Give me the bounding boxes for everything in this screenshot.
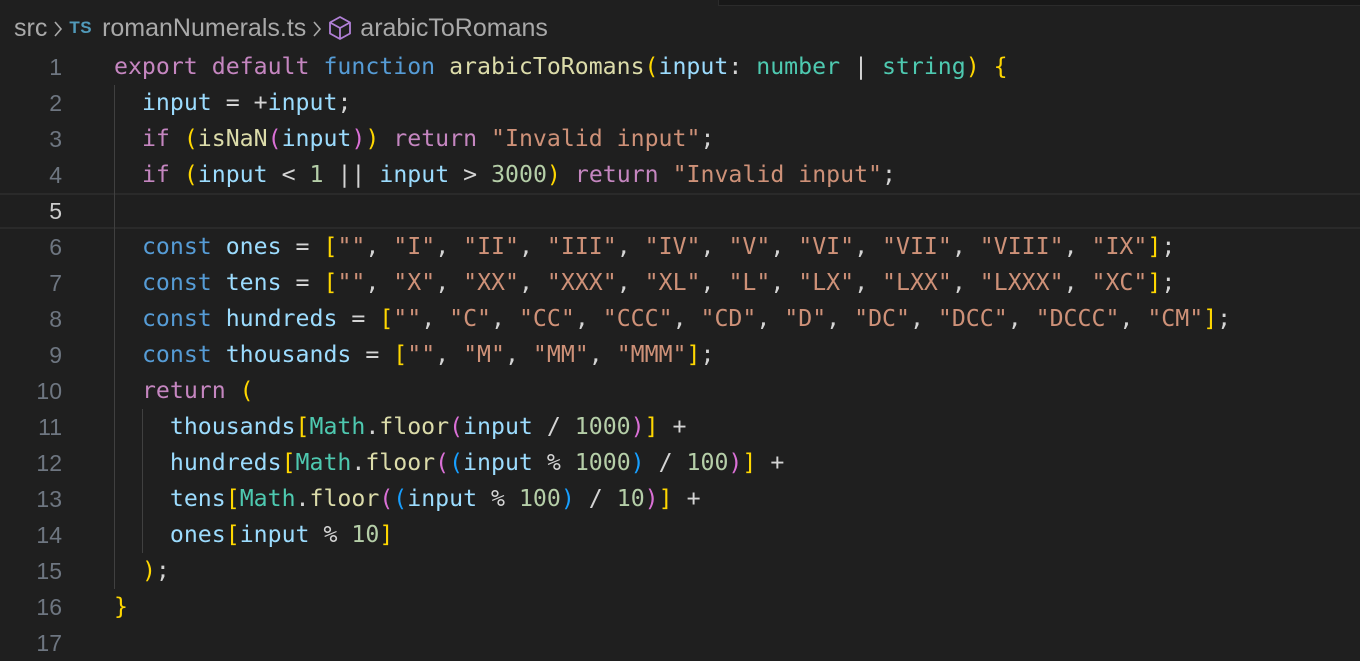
code-text[interactable]: return ( xyxy=(114,373,254,409)
code-editor[interactable]: 1 export default function arabicToRomans(… xyxy=(0,49,1360,658)
code-line[interactable]: 15 ); xyxy=(0,553,1360,589)
line-number: 16 xyxy=(36,594,62,620)
code-text[interactable]: ones[input % 10] xyxy=(114,517,393,553)
line-number: 12 xyxy=(36,450,62,476)
code-text[interactable]: tens[Math.floor((input % 100) / 10)] + xyxy=(114,481,701,517)
code-text[interactable]: if (isNaN(input)) return "Invalid input"… xyxy=(114,121,714,157)
line-number: 2 xyxy=(49,90,62,116)
line-number: 9 xyxy=(49,342,62,368)
indent-guide xyxy=(114,85,115,589)
line-number: 14 xyxy=(36,522,62,548)
code-text[interactable]: export default function arabicToRomans(i… xyxy=(114,49,1008,85)
code-line[interactable]: 1 export default function arabicToRomans(… xyxy=(0,49,1360,85)
code-text[interactable]: const hundreds = ["", "C", "CC", "CCC", … xyxy=(114,301,1231,337)
line-number: 4 xyxy=(49,162,62,188)
line-number: 7 xyxy=(49,270,62,296)
line-number: 17 xyxy=(36,630,62,656)
line-number: 5 xyxy=(49,198,62,224)
code-line[interactable]: 17 xyxy=(0,625,1360,661)
code-line[interactable]: 2 input = +input; xyxy=(0,85,1360,121)
code-text[interactable]: const thousands = ["", "M", "MM", "MMM"]… xyxy=(114,337,715,373)
line-number: 15 xyxy=(36,558,62,584)
code-line[interactable]: 11 thousands[Math.floor(input / 1000)] + xyxy=(0,409,1360,445)
line-number: 3 xyxy=(49,126,62,152)
indent-guide xyxy=(141,409,143,553)
chevron-right-icon xyxy=(47,14,69,43)
line-number: 11 xyxy=(38,414,62,440)
code-line[interactable]: 13 tens[Math.floor((input % 100) / 10)] … xyxy=(0,481,1360,517)
code-line[interactable]: 10 return ( xyxy=(0,373,1360,409)
line-number: 6 xyxy=(49,234,62,260)
code-text[interactable]: if (input < 1 || input > 3000) return "I… xyxy=(114,157,896,193)
breadcrumb-file[interactable]: romanNumerals.ts xyxy=(102,14,306,43)
line-number: 1 xyxy=(49,54,62,80)
code-line[interactable]: 5 xyxy=(0,193,1360,229)
code-text[interactable]: thousands[Math.floor(input / 1000)] + xyxy=(114,409,687,445)
tab-bar-remnant xyxy=(0,0,1360,6)
line-number: 8 xyxy=(49,306,62,332)
breadcrumb-symbol[interactable]: arabicToRomans xyxy=(360,14,548,43)
typescript-file-icon: TS xyxy=(69,18,93,37)
code-text[interactable]: hundreds[Math.floor((input % 1000) / 100… xyxy=(114,445,784,481)
inactive-tab-area xyxy=(718,0,1360,6)
code-line[interactable]: 16} xyxy=(0,589,1360,625)
code-line[interactable]: 3 if (isNaN(input)) return "Invalid inpu… xyxy=(0,121,1360,157)
code-text[interactable]: const ones = ["", "I", "II", "III", "IV"… xyxy=(114,229,1175,265)
code-line[interactable]: 14 ones[input % 10] xyxy=(0,517,1360,553)
active-tab-edge xyxy=(0,0,718,5)
code-line[interactable]: 4 if (input < 1 || input > 3000) return … xyxy=(0,157,1360,193)
code-line[interactable]: 8 const hundreds = ["", "C", "CC", "CCC"… xyxy=(0,301,1360,337)
code-line[interactable]: 6 const ones = ["", "I", "II", "III", "I… xyxy=(0,229,1360,265)
code-line[interactable]: 7 const tens = ["", "X", "XX", "XXX", "X… xyxy=(0,265,1360,301)
code-text[interactable]: const tens = ["", "X", "XX", "XXX", "XL"… xyxy=(114,265,1175,301)
breadcrumb: src TS romanNumerals.ts arabicToRomans xyxy=(14,10,548,46)
code-line[interactable]: 12 hundreds[Math.floor((input % 1000) / … xyxy=(0,445,1360,481)
line-number: 10 xyxy=(36,378,62,404)
cube-icon xyxy=(328,15,352,41)
line-number: 13 xyxy=(36,486,62,512)
code-line[interactable]: 9 const thousands = ["", "M", "MM", "MMM… xyxy=(0,337,1360,373)
code-text[interactable]: input = +input; xyxy=(114,85,351,121)
code-text[interactable]: ); xyxy=(114,553,170,589)
breadcrumb-folder[interactable]: src xyxy=(14,14,47,43)
chevron-right-icon xyxy=(306,14,328,43)
code-text[interactable]: } xyxy=(114,589,128,625)
